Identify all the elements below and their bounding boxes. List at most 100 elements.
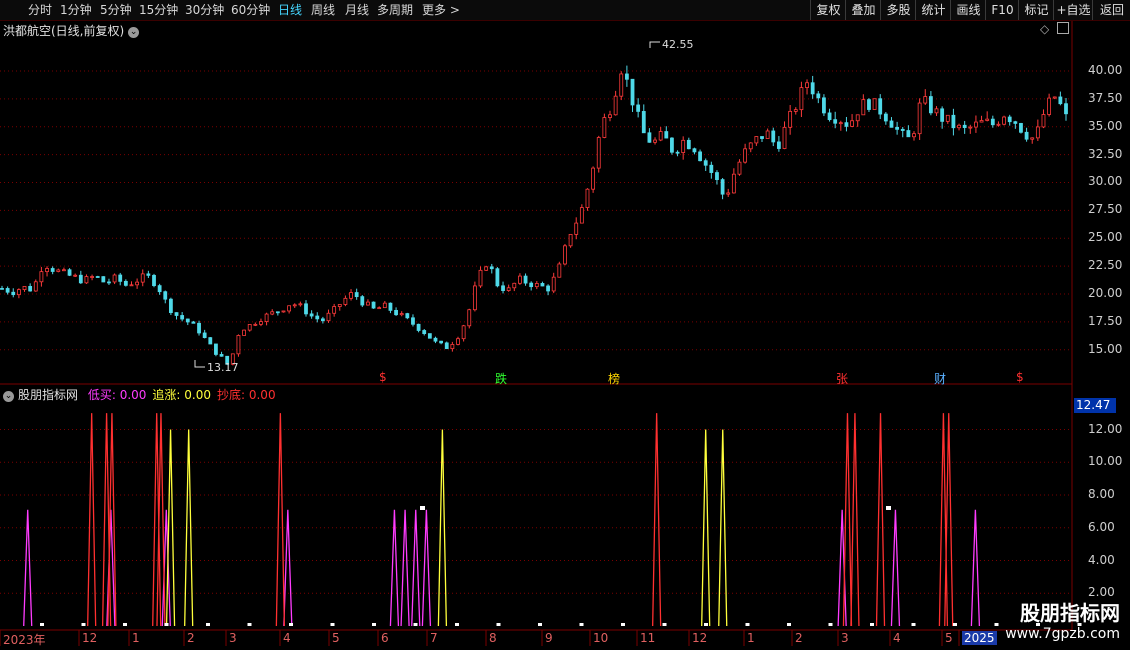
candle bbox=[608, 110, 612, 122]
event-marker[interactable]: 张 bbox=[836, 370, 848, 387]
candle bbox=[844, 116, 849, 132]
candle bbox=[883, 112, 888, 125]
candle bbox=[405, 312, 410, 320]
candle bbox=[709, 161, 714, 179]
candle bbox=[411, 314, 415, 327]
xaxis-label: 3 bbox=[841, 631, 849, 645]
candle bbox=[90, 274, 94, 281]
candle bbox=[95, 275, 100, 278]
indicator-spike bbox=[970, 509, 981, 627]
xaxis-label: 3 bbox=[229, 631, 237, 645]
candle bbox=[264, 312, 269, 326]
candle bbox=[917, 98, 922, 140]
candle bbox=[861, 94, 866, 116]
candle bbox=[73, 273, 78, 277]
candle bbox=[1058, 91, 1063, 106]
candle bbox=[529, 281, 534, 291]
main-yaxis-label: 25.00 bbox=[1088, 230, 1123, 245]
candle bbox=[478, 266, 483, 288]
event-marker[interactable]: 跌 bbox=[495, 370, 507, 387]
candle bbox=[444, 341, 449, 350]
candle bbox=[692, 147, 697, 155]
baseline-dot bbox=[455, 623, 459, 626]
baseline-dot bbox=[662, 623, 667, 626]
candle bbox=[208, 337, 213, 345]
candle bbox=[360, 295, 365, 308]
candle bbox=[912, 131, 916, 141]
baseline-dot bbox=[247, 623, 252, 626]
candle bbox=[748, 142, 753, 153]
indicator-spike bbox=[421, 509, 432, 627]
indicator-current-value: 12.47 bbox=[1074, 398, 1116, 413]
baseline-dot bbox=[164, 623, 169, 626]
candle bbox=[484, 265, 489, 271]
candle bbox=[281, 310, 286, 313]
candle bbox=[185, 318, 190, 326]
event-marker[interactable]: 榜 bbox=[608, 370, 620, 387]
candle bbox=[760, 136, 764, 142]
candle bbox=[540, 281, 545, 287]
baseline-dot bbox=[745, 623, 750, 626]
indicator-name: 股朋指标网 bbox=[18, 388, 79, 402]
candle bbox=[636, 98, 641, 118]
candle bbox=[135, 278, 140, 289]
candle bbox=[782, 121, 787, 150]
candlestick-chart[interactable] bbox=[0, 0, 1130, 650]
main-yaxis-label: 40.00 bbox=[1088, 62, 1123, 77]
candle bbox=[152, 273, 156, 288]
signal-dot bbox=[886, 506, 891, 510]
candle bbox=[461, 324, 466, 342]
event-marker[interactable]: 财 bbox=[934, 370, 946, 387]
candle bbox=[315, 312, 320, 323]
indicator-title: ⌄ 股朋指标网 低买: 0.00 追涨: 0.00 抄底: 0.00 bbox=[3, 386, 276, 403]
xaxis-label: 12 bbox=[82, 631, 98, 645]
baseline-dot bbox=[704, 623, 708, 626]
high-price-label: 42.55 bbox=[662, 38, 694, 51]
candle bbox=[974, 115, 978, 133]
candle bbox=[416, 323, 421, 333]
candle bbox=[720, 177, 725, 200]
candle bbox=[906, 125, 911, 138]
candle bbox=[731, 168, 736, 194]
watermark: 股朋指标网 www.7gpzb.com bbox=[1005, 601, 1120, 643]
candle bbox=[810, 75, 815, 99]
candle bbox=[568, 233, 573, 248]
indicator-yaxis-label: 12.00 bbox=[1088, 421, 1123, 436]
candle bbox=[456, 336, 460, 346]
main-yaxis-label: 35.00 bbox=[1088, 118, 1123, 133]
chevron-down-icon[interactable]: ⌄ bbox=[3, 391, 14, 402]
candle bbox=[354, 288, 359, 300]
candle bbox=[326, 309, 331, 323]
candle bbox=[647, 128, 652, 143]
candle bbox=[715, 170, 719, 185]
candle bbox=[574, 217, 579, 240]
indicator-spike bbox=[165, 429, 176, 627]
baseline-dot bbox=[330, 623, 335, 626]
candle bbox=[292, 303, 297, 309]
candle bbox=[1007, 114, 1012, 126]
baseline-dot bbox=[953, 623, 957, 626]
candle bbox=[743, 143, 748, 164]
xaxis-label: 2023年 bbox=[3, 633, 46, 647]
candle bbox=[304, 300, 308, 317]
xaxis-label: 2025 bbox=[962, 631, 997, 645]
candle bbox=[472, 281, 477, 312]
candle bbox=[776, 136, 781, 152]
baseline-dot bbox=[828, 623, 833, 626]
xaxis-label: 4 bbox=[283, 631, 291, 645]
event-marker[interactable]: $ bbox=[1016, 370, 1024, 384]
candle bbox=[928, 91, 933, 116]
candle bbox=[33, 279, 38, 292]
candle bbox=[45, 266, 49, 277]
event-marker[interactable]: $ bbox=[379, 370, 387, 384]
candle bbox=[163, 290, 168, 304]
candle bbox=[670, 137, 674, 155]
baseline-dot bbox=[994, 623, 999, 626]
main-yaxis-label: 37.50 bbox=[1088, 90, 1123, 105]
candle bbox=[501, 281, 505, 294]
candle bbox=[39, 266, 44, 287]
candle bbox=[467, 308, 472, 329]
baseline-dot bbox=[289, 623, 293, 626]
candle bbox=[157, 283, 162, 295]
candle bbox=[1052, 96, 1057, 100]
